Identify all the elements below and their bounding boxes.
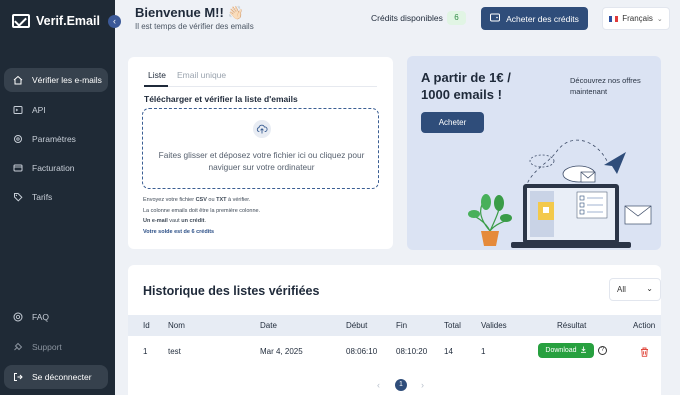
sidebar-item-label: Support — [32, 342, 62, 352]
column-header-result: Résultat — [557, 321, 587, 330]
sidebar-item-label: Se déconnecter — [32, 372, 92, 382]
code-icon — [13, 105, 23, 115]
cell-valid: 1 — [481, 347, 486, 356]
status-filter-select[interactable]: All ⌄ — [609, 278, 661, 301]
page-title: Bienvenue M!! 👋🏻 — [135, 5, 244, 20]
history-card: Historique des listes vérifiées All ⌄ Id… — [128, 265, 661, 395]
upload-info-column: La colonne emails doit être la première … — [143, 208, 261, 214]
promo-card: A partir de 1€ / 1000 emails ! Découvrez… — [407, 56, 661, 250]
buy-credits-label: Acheter des crédits — [506, 13, 579, 24]
balance-text: Votre solde est de 6 crédits — [143, 229, 215, 235]
column-header-start[interactable]: Début — [346, 321, 367, 330]
cloud-upload-icon — [253, 120, 271, 138]
sidebar-item-label: Vérifier les e-mails — [32, 75, 102, 85]
active-tab-indicator — [144, 85, 168, 87]
sidebar-item-settings[interactable]: Paramètres — [4, 127, 108, 151]
brand-name: Verif.Email — [36, 14, 100, 28]
promo-buy-button[interactable]: Acheter — [421, 112, 484, 133]
upload-title: Télécharger et vérifier la liste d'email… — [144, 94, 298, 104]
download-icon — [580, 346, 587, 355]
sidebar: Verif.Email Vérifier les e-mails API Par… — [0, 0, 115, 395]
sidebar-item-faq[interactable]: FAQ — [4, 305, 108, 329]
help-icon — [13, 312, 23, 322]
envelope-check-icon — [12, 14, 30, 28]
dropzone-text: Faites glisser et déposez votre fichier … — [158, 150, 365, 172]
chevron-down-icon: ⌄ — [646, 284, 653, 293]
tab-divider — [144, 86, 377, 87]
cell-end: 08:10:20 — [396, 347, 428, 356]
collapse-sidebar-button[interactable]: ‹ — [108, 15, 121, 28]
credits-label: Crédits disponibles — [371, 13, 443, 23]
sidebar-item-support[interactable]: Support — [4, 335, 108, 359]
column-header-name[interactable]: Nom — [168, 321, 185, 330]
trash-icon[interactable] — [640, 344, 649, 362]
tab-list[interactable]: Liste — [148, 70, 166, 80]
column-header-date[interactable]: Date — [260, 321, 277, 330]
buy-credits-button[interactable]: Acheter des crédits — [481, 7, 588, 30]
sidebar-item-pricing[interactable]: Tarifs — [4, 185, 108, 209]
download-label: Download — [545, 347, 577, 354]
cell-start: 08:06:10 — [346, 347, 378, 356]
pagination-prev[interactable]: ‹ — [377, 380, 380, 390]
sidebar-item-label: Paramètres — [32, 134, 76, 144]
upload-info-credit: Un e-mail vaut un crédit. — [143, 218, 206, 224]
home-icon — [13, 75, 23, 85]
sidebar-item-label: FAQ — [32, 312, 50, 322]
sidebar-item-logout[interactable]: Se déconnecter — [4, 365, 108, 389]
sidebar-item-billing[interactable]: Facturation — [4, 156, 108, 180]
sidebar-item-label: Tarifs — [32, 192, 53, 202]
column-header-valid[interactable]: Valides — [481, 321, 507, 330]
support-icon — [13, 342, 23, 352]
column-header-total[interactable]: Total — [444, 321, 461, 330]
column-header-id[interactable]: Id — [143, 321, 150, 330]
download-button[interactable]: Download — [538, 343, 594, 358]
sidebar-item-api[interactable]: API — [4, 98, 108, 122]
brand-logo[interactable]: Verif.Email — [12, 14, 100, 28]
card-icon — [13, 163, 23, 173]
sidebar-item-verify[interactable]: Vérifier les e-mails — [4, 68, 108, 92]
cell-total: 14 — [444, 347, 453, 356]
pagination-next[interactable]: › — [421, 380, 424, 390]
promo-note: Découvrez nos offres maintenant — [570, 76, 641, 96]
file-dropzone[interactable]: Faites glisser et déposez votre fichier … — [142, 108, 379, 189]
tag-icon — [13, 192, 23, 202]
pagination-page-current[interactable]: 1 — [395, 379, 407, 391]
french-flag-icon — [609, 15, 619, 22]
column-header-end[interactable]: Fin — [396, 321, 407, 330]
chevron-down-icon: ⌄ — [656, 15, 663, 23]
cell-name: test — [168, 347, 181, 356]
history-title: Historique des listes vérifiées — [143, 284, 320, 298]
column-header-action: Action — [633, 321, 656, 330]
logout-icon — [13, 372, 23, 382]
upload-info-format: Envoyez votre fichier CSV ou TXT à vérif… — [143, 197, 251, 203]
page-subtitle: Il est temps de vérifier des emails — [135, 22, 254, 31]
tab-single-email[interactable]: Email unique — [177, 70, 226, 80]
language-select[interactable]: Français ⌄ — [602, 7, 670, 30]
credits-badge: 6 — [447, 11, 466, 25]
help-icon[interactable]: ? — [598, 346, 607, 355]
filter-value: All — [617, 285, 626, 294]
wallet-icon — [490, 13, 501, 24]
sidebar-item-label: API — [32, 105, 46, 115]
promo-title: A partir de 1€ / 1000 emails ! — [421, 70, 511, 102]
sidebar-item-label: Facturation — [32, 163, 75, 173]
upload-card: Liste Email unique Télécharger et vérifi… — [128, 57, 393, 249]
gear-icon — [13, 134, 23, 144]
cell-id: 1 — [143, 347, 148, 356]
language-label: Français — [622, 14, 653, 23]
cell-date: Mar 4, 2025 — [260, 347, 303, 356]
